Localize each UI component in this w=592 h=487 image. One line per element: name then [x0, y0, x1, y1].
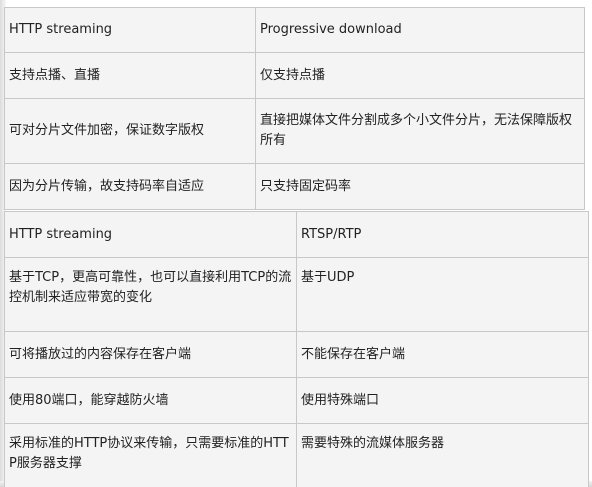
- table-cell: 使用80端口，能穿越防火墙: [4, 377, 297, 424]
- table-row: 支持点播、直播 仅支持点播: [4, 52, 585, 99]
- table-cell: 直接把媒体文件分割成多个小文件分片，无法保障版权所有: [255, 98, 585, 164]
- table-header-row: HTTP streaming Progressive download: [4, 7, 585, 53]
- header-cell-http-streaming: HTTP streaming: [4, 211, 297, 258]
- table-cell: 因为分片传输，故支持码率自适应: [4, 163, 256, 210]
- table-cell: 基于TCP，更高可靠性，也可以直接利用TCP的流控机制来适应带宽的变化: [4, 257, 297, 332]
- table-cell: 只支持固定码率: [255, 163, 585, 210]
- table-row: 使用80端口，能穿越防火墙 使用特殊端口: [4, 377, 589, 424]
- table-row: 可对分片文件加密，保证数字版权 直接把媒体文件分割成多个小文件分片，无法保障版权…: [4, 98, 585, 164]
- table-row: 因为分片传输，故支持码率自适应 只支持固定码率: [4, 163, 585, 210]
- table-cell: 采用标准的HTTP协议来传输，只需要标准的HTTP服务器支撑: [4, 423, 297, 487]
- table-cell: 可将播放过的内容保存在客户端: [4, 331, 297, 378]
- page: HTTP streaming Progressive download 支持点播…: [0, 0, 592, 487]
- table-row: 基于TCP，更高可靠性，也可以直接利用TCP的流控机制来适应带宽的变化 基于UD…: [4, 257, 589, 332]
- table-cell: 可对分片文件加密，保证数字版权: [4, 98, 256, 164]
- table-cell: 仅支持点播: [255, 52, 585, 99]
- comparison-table-progressive-download: HTTP streaming Progressive download 支持点播…: [4, 7, 585, 210]
- table-cell: 需要特殊的流媒体服务器: [296, 423, 589, 487]
- table-cell: 基于UDP: [296, 257, 589, 332]
- table-cell: 使用特殊端口: [296, 377, 589, 424]
- table-cell: 支持点播、直播: [4, 52, 256, 99]
- table-row: 采用标准的HTTP协议来传输，只需要标准的HTTP服务器支撑 需要特殊的流媒体服…: [4, 423, 589, 487]
- comparison-table-rtsp-rtp: HTTP streaming RTSP/RTP 基于TCP，更高可靠性，也可以直…: [4, 211, 589, 487]
- table-header-row: HTTP streaming RTSP/RTP: [4, 211, 589, 258]
- header-cell-http-streaming: HTTP streaming: [4, 7, 256, 53]
- table-cell: 不能保存在客户端: [296, 331, 589, 378]
- header-cell-progressive-download: Progressive download: [255, 7, 585, 53]
- header-cell-rtsp-rtp: RTSP/RTP: [296, 211, 589, 258]
- table-row: 可将播放过的内容保存在客户端 不能保存在客户端: [4, 331, 589, 378]
